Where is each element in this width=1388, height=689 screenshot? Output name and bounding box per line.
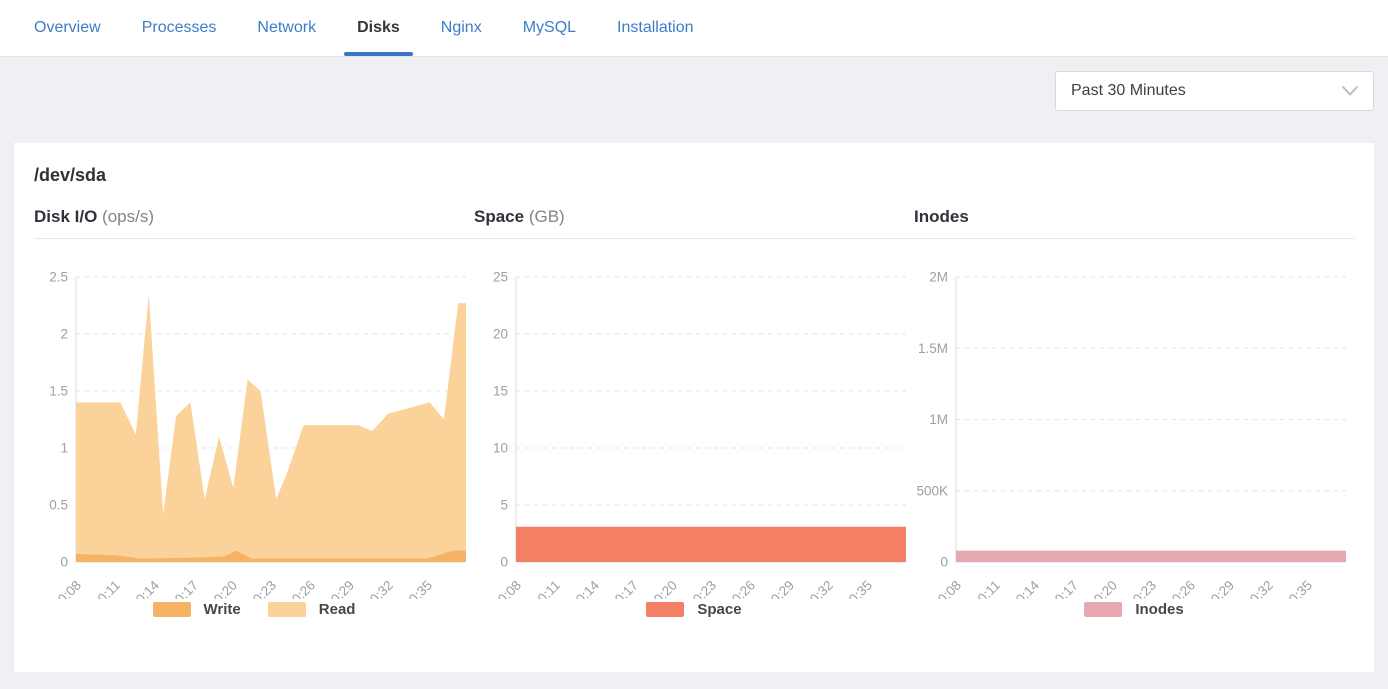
disk-io-chart: 00.511.522.510:0810:1110:1410:1710:2010:… <box>34 261 474 618</box>
y-axis-tick-label: 0 <box>60 555 68 570</box>
chart-title-space: Space (GB) <box>474 207 914 227</box>
y-axis-tick-label: 0 <box>940 555 948 570</box>
tab-mysql[interactable]: MySQL <box>523 19 576 37</box>
x-axis-tick-label: 10:29 <box>763 578 798 599</box>
tab-processes[interactable]: Processes <box>142 19 217 37</box>
disk-panel: /dev/sda Disk I/O (ops/s) Space (GB) Ino… <box>14 143 1374 672</box>
inodes-chart: 0500K1M1.5M2M10:0810:1110:1410:1710:2010… <box>914 261 1354 618</box>
x-axis-tick-label: 10:32 <box>1242 578 1277 599</box>
chart-plot-area[interactable]: 0 5 10 15 20 25 10:0810:1110:1410:1710:2010:23… <box>474 261 914 599</box>
x-axis-tick-label: 10:08 <box>930 578 965 599</box>
chart-title-unit: (GB) <box>529 207 565 226</box>
x-axis-tick-label: 10:11 <box>89 578 123 599</box>
y-axis-tick-label: 0 <box>500 555 508 570</box>
x-axis-tick-label: 10:20 <box>206 578 241 599</box>
series-area-read <box>76 294 466 562</box>
x-axis-tick-label: 10:11 <box>529 578 563 599</box>
y-axis-tick-label: 1M <box>929 412 948 427</box>
tab-disks[interactable]: Disks <box>357 19 400 37</box>
x-axis-tick-label: 10:26 <box>284 578 319 599</box>
x-axis-tick-label: 10:20 <box>1086 578 1121 599</box>
x-axis-tick-label: 10:17 <box>1047 578 1082 599</box>
x-axis-tick-label: 10:32 <box>362 578 397 599</box>
chart-title-text: Disk I/O <box>34 207 97 226</box>
chart-title-inodes: Inodes <box>914 207 1354 227</box>
legend-item-write: Write <box>153 601 241 618</box>
y-axis-tick-label: 25 <box>493 270 508 285</box>
tab-installation[interactable]: Installation <box>617 19 694 37</box>
legend-label: Read <box>319 601 356 618</box>
tab-nginx[interactable]: Nginx <box>441 19 482 37</box>
time-range-value: Past 30 Minutes <box>1071 82 1186 100</box>
x-axis-tick-label: 10:26 <box>1164 578 1199 599</box>
legend-item-inodes: Inodes <box>1084 601 1183 618</box>
x-axis-tick-label: 10:26 <box>724 578 759 599</box>
time-range-select[interactable]: Past 30 Minutes <box>1055 71 1374 111</box>
space-chart: 0 5 10 15 20 25 10:0810:1110:1410:1710:2010:23… <box>474 261 914 618</box>
x-axis-tick-label: 10:23 <box>685 578 720 599</box>
tab-network[interactable]: Network <box>257 19 316 37</box>
series-area-space <box>516 527 906 562</box>
y-axis-tick-label: 20 <box>493 327 508 342</box>
legend-swatch-inodes <box>1084 602 1122 617</box>
x-axis-tick-label: 10:35 <box>841 578 876 599</box>
x-axis-tick-label: 10:29 <box>323 578 358 599</box>
legend-item-space: Space <box>646 601 741 618</box>
legend-label: Space <box>697 601 741 618</box>
chart-title-unit: (ops/s) <box>102 207 154 226</box>
x-axis-tick-label: 10:08 <box>50 578 85 599</box>
chart-plot-area[interactable]: 00.511.522.510:0810:1110:1410:1710:2010:… <box>34 261 474 599</box>
chart-title-disk-io: Disk I/O (ops/s) <box>34 207 474 227</box>
legend-label: Write <box>204 601 241 618</box>
legend-swatch-space <box>646 602 684 617</box>
y-axis-tick-label: 500K <box>916 483 948 498</box>
y-axis-tick-label: 2.5 <box>49 270 68 285</box>
x-axis-tick-label: 10:32 <box>802 578 837 599</box>
y-axis-tick-label: 2M <box>929 270 948 285</box>
charts-row: 00.511.522.510:0810:1110:1410:1710:2010:… <box>34 261 1354 618</box>
y-axis-tick-label: 1.5M <box>918 341 948 356</box>
y-axis-tick-label: 10 <box>493 441 508 456</box>
x-axis-tick-label: 10:23 <box>1125 578 1160 599</box>
x-axis-tick-label: 10:20 <box>646 578 681 599</box>
device-title: /dev/sda <box>34 165 1354 186</box>
x-axis-tick-label: 10:14 <box>1008 577 1043 599</box>
disk-io-legend: Write Read <box>153 601 356 618</box>
x-axis-tick-label: 10:17 <box>607 578 642 599</box>
legend-swatch-write <box>153 602 191 617</box>
chart-title-text: Inodes <box>914 207 969 226</box>
inodes-legend: Inodes <box>1084 601 1183 618</box>
space-legend: Space <box>646 601 741 618</box>
y-axis-tick-label: 5 <box>500 498 508 513</box>
x-axis-tick-label: 10:35 <box>401 578 436 599</box>
x-axis-tick-label: 10:23 <box>245 578 280 599</box>
y-axis-tick-label: 2 <box>60 327 68 342</box>
titles-divider <box>34 238 1354 239</box>
chevron-down-icon <box>1341 85 1359 97</box>
x-axis-tick-label: 10:29 <box>1203 578 1238 599</box>
y-axis-tick-label: 0.5 <box>49 498 68 513</box>
x-axis-tick-label: 10:35 <box>1281 578 1316 599</box>
chart-plot-area[interactable]: 0500K1M1.5M2M10:0810:1110:1410:1710:2010… <box>914 261 1354 599</box>
x-axis-tick-label: 10:11 <box>969 578 1003 599</box>
chart-title-text: Space <box>474 207 524 226</box>
tab-overview[interactable]: Overview <box>34 19 101 37</box>
series-area-inodes <box>956 551 1346 562</box>
x-axis-tick-label: 10:14 <box>568 577 603 599</box>
tab-bar: Overview Processes Network Disks Nginx M… <box>0 0 1388 57</box>
legend-item-read: Read <box>268 601 356 618</box>
y-axis-tick-label: 1.5 <box>49 384 68 399</box>
toolbar: Past 30 Minutes <box>0 57 1388 143</box>
y-axis-tick-label: 1 <box>60 441 68 456</box>
legend-swatch-read <box>268 602 306 617</box>
y-axis-tick-label: 15 <box>493 384 508 399</box>
x-axis-tick-label: 10:08 <box>490 578 525 599</box>
chart-titles-row: Disk I/O (ops/s) Space (GB) Inodes <box>34 207 1354 227</box>
x-axis-tick-label: 10:14 <box>128 577 163 599</box>
legend-label: Inodes <box>1135 601 1183 618</box>
x-axis-tick-label: 10:17 <box>167 578 202 599</box>
